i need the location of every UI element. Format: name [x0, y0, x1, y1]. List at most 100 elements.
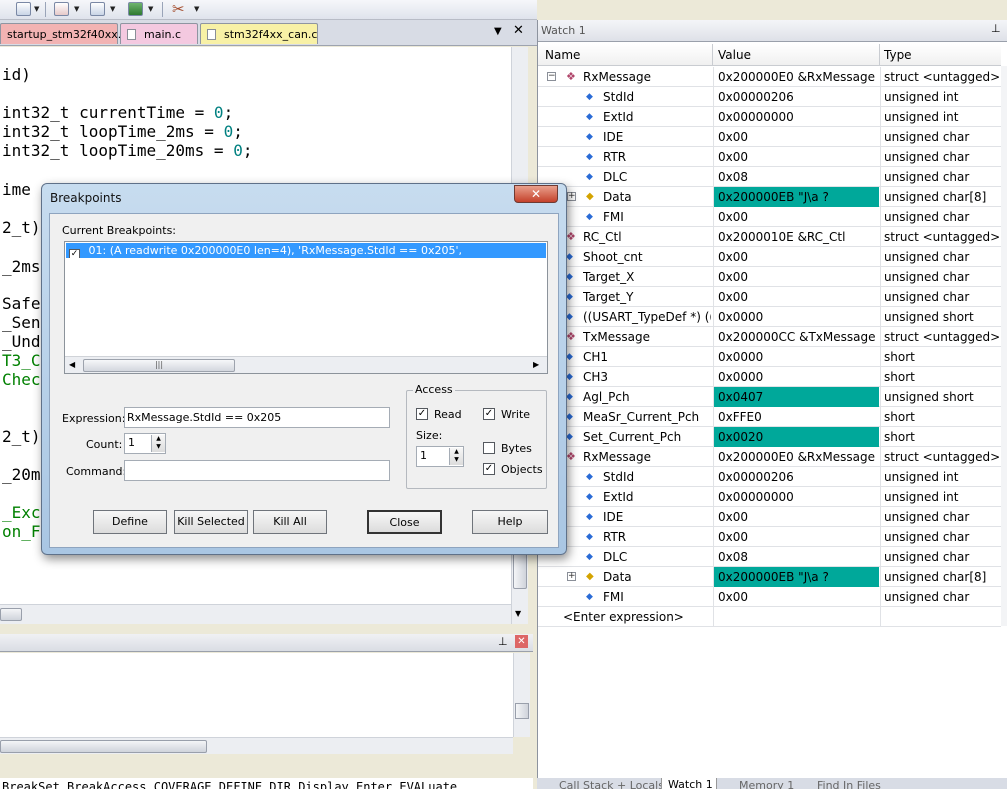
code-line[interactable]: int32_t loopTime_20ms = 0;	[2, 141, 252, 160]
watch-value[interactable]: 0x0020	[713, 427, 879, 447]
column-header-name[interactable]: Name	[545, 48, 580, 62]
close-button[interactable]: Close	[367, 510, 442, 534]
watch-row[interactable]: ◆ Target_X 0x00 unsigned char	[538, 267, 1001, 287]
code-line[interactable]: _20m	[2, 465, 41, 484]
watch-value[interactable]: 0x0000	[713, 367, 879, 387]
scroll-left-arrow-icon[interactable]: ◀	[69, 360, 75, 369]
output-panel-content[interactable]	[0, 653, 513, 737]
kill-selected-button[interactable]: Kill Selected	[174, 510, 248, 534]
code-line[interactable]: T3_C	[2, 351, 41, 370]
output-horizontal-scrollbar[interactable]	[0, 737, 513, 754]
define-button[interactable]: Define	[93, 510, 167, 534]
watch-row[interactable]: ◆ StdId 0x00000206 unsigned int	[538, 87, 1001, 107]
tab-can-file[interactable]: stm32f4xx_can.c	[200, 23, 318, 44]
enter-expression-row[interactable]: <Enter expression>	[538, 607, 1001, 627]
watch-row[interactable]: ◆ Shoot_cnt 0x00 unsigned char	[538, 247, 1001, 267]
watch-row[interactable]: ◆ RTR 0x00 unsigned char	[538, 527, 1001, 547]
watch-row[interactable]: ◆ FMI 0x00 unsigned char	[538, 207, 1001, 227]
dropdown-arrow-icon[interactable]: ▼	[148, 5, 153, 13]
stepper-arrows[interactable]: ▲ ▼	[449, 448, 463, 465]
watch-value[interactable]: 0xFFE0	[713, 407, 879, 427]
watch-value[interactable]: 0x00000206	[713, 87, 879, 107]
command-line[interactable]: BreakSet BreakAccess COVERAGE DEFINE DIR…	[0, 778, 533, 789]
watch-value[interactable]: 0x0407	[713, 387, 879, 407]
expression-field[interactable]: RxMessage.StdId == 0x205	[124, 407, 390, 428]
scroll-thumb[interactable]	[515, 703, 529, 719]
settings-tool-icon[interactable]: ✂	[172, 0, 185, 18]
watch-row[interactable]: + ◆ Data 0x200000EB "J\a ? unsigned char[8]	[538, 187, 1001, 207]
watch-row[interactable]: +◆((USART_TypeDef *) ((...0x0000unsigned…	[538, 307, 1001, 327]
watch-row[interactable]: ◆ Target_Y 0x00 unsigned char	[538, 287, 1001, 307]
watch-row[interactable]: ◆ FMI 0x00 unsigned char	[538, 587, 1001, 607]
help-button[interactable]: Help	[472, 510, 548, 534]
watch-row[interactable]: ◆ StdId 0x00000206 unsigned int	[538, 467, 1001, 487]
scroll-down-arrow-icon[interactable]: ▼	[515, 609, 521, 618]
watch-vertical-scrollbar[interactable]	[1001, 66, 1007, 626]
code-line[interactable]: _Und	[2, 332, 41, 351]
watch-value[interactable]: 0x00	[713, 587, 879, 607]
watch-value[interactable]: 0x0000	[713, 347, 879, 367]
breakpoint-enabled-checkbox[interactable]: ✓	[69, 249, 80, 258]
watch-value[interactable]: 0x00	[713, 287, 879, 307]
column-header-type[interactable]: Type	[884, 48, 912, 62]
close-icon[interactable]: ✕	[513, 23, 524, 38]
breakpoints-list[interactable]: ✓ 01: (A readwrite 0x200000E0 len=4), 'R…	[64, 241, 548, 374]
dropdown-arrow-icon[interactable]: ▼	[194, 5, 199, 13]
edit-tool-icon[interactable]	[16, 2, 31, 16]
dropdown-arrow-icon[interactable]: ▼	[34, 5, 39, 13]
chevron-down-icon[interactable]: ▼	[494, 26, 502, 37]
list-horizontal-scrollbar[interactable]: ◀ ||| ▶	[65, 356, 547, 373]
breakpoint-item[interactable]: ✓ 01: (A readwrite 0x200000E0 len=4), 'R…	[66, 243, 546, 258]
column-divider[interactable]	[879, 44, 880, 66]
count-stepper[interactable]: 1 ▲ ▼	[124, 433, 166, 454]
watch-row[interactable]: ◆ IDE 0x00 unsigned char	[538, 507, 1001, 527]
watch-row[interactable]: −❖RxMessage0x200000E0 &RxMessagestruct <…	[538, 447, 1001, 467]
read-checkbox[interactable]: ✓	[416, 408, 428, 420]
output-vertical-scrollbar[interactable]	[513, 653, 530, 737]
dialog-close-button[interactable]: ✕	[514, 185, 558, 203]
watch-value[interactable]: 0x00	[713, 267, 879, 287]
tab-memory-1[interactable]: Memory 1	[721, 779, 805, 789]
watch-value[interactable]: 0x200000CC &TxMessage	[713, 327, 879, 347]
watch-value[interactable]: 0x00	[713, 207, 879, 227]
bytes-checkbox[interactable]	[483, 442, 495, 454]
pin-icon[interactable]: ⊥	[498, 635, 508, 648]
watch-value[interactable]: 0x200000E0 &RxMessage	[713, 447, 879, 467]
dropdown-arrow-icon[interactable]: ▼	[74, 5, 79, 13]
objects-checkbox[interactable]: ✓	[483, 463, 495, 475]
stepper-arrows[interactable]: ▲ ▼	[151, 435, 165, 452]
window-tool-icon[interactable]	[90, 2, 105, 16]
watch-value[interactable]: 0x00	[713, 507, 879, 527]
watch-row[interactable]: +❖TxMessage0x200000CC &TxMessagestruct <…	[538, 327, 1001, 347]
watch-row[interactable]: +❖RC_Ctl0x2000010E &RC_Ctlstruct <untagg…	[538, 227, 1001, 247]
column-header-value[interactable]: Value	[718, 48, 751, 62]
scroll-right-arrow-icon[interactable]: ▶	[533, 360, 539, 369]
watch-value[interactable]: 0x08	[713, 547, 879, 567]
collapse-icon[interactable]: −	[547, 72, 556, 81]
watch-value[interactable]: 0x00	[713, 247, 879, 267]
column-divider[interactable]	[712, 44, 713, 66]
tab-main-c[interactable]: main.c	[120, 23, 198, 44]
watch-value[interactable]: 0x200000EB "J\a ?	[713, 187, 879, 207]
watch-value[interactable]: 0x00000206	[713, 467, 879, 487]
watch-row[interactable]: ◆ RTR 0x00 unsigned char	[538, 147, 1001, 167]
write-checkbox[interactable]: ✓	[483, 408, 495, 420]
code-line[interactable]: 2_t)	[2, 218, 41, 237]
code-line[interactable]: int32_t currentTime = 0;	[2, 103, 233, 122]
tab-watch-1[interactable]: Watch 1	[661, 778, 717, 789]
code-line[interactable]: ime	[2, 180, 31, 199]
dropdown-arrow-icon[interactable]: ▼	[110, 5, 115, 13]
expand-icon[interactable]: +	[567, 192, 576, 201]
watch-value[interactable]: 0x00	[713, 147, 879, 167]
scroll-thumb[interactable]	[0, 740, 207, 753]
tab-call-stack[interactable]: Call Stack + Locals	[541, 779, 661, 789]
watch-row[interactable]: ◆ IDE 0x00 unsigned char	[538, 127, 1001, 147]
watch-value[interactable]: 0x200000EB "J\a ?	[713, 567, 879, 587]
watch-row[interactable]: ◆ CH3 0x0000 short	[538, 367, 1001, 387]
watch-value[interactable]: 0x2000010E &RC_Ctl	[713, 227, 879, 247]
code-line[interactable]: _2ms	[2, 257, 41, 276]
watch-row[interactable]: ◆ Set_Current_Pch 0x0020 short	[538, 427, 1001, 447]
scroll-thumb[interactable]	[0, 608, 22, 621]
code-line[interactable]: _Exc	[2, 503, 41, 522]
command-field[interactable]	[124, 460, 390, 481]
